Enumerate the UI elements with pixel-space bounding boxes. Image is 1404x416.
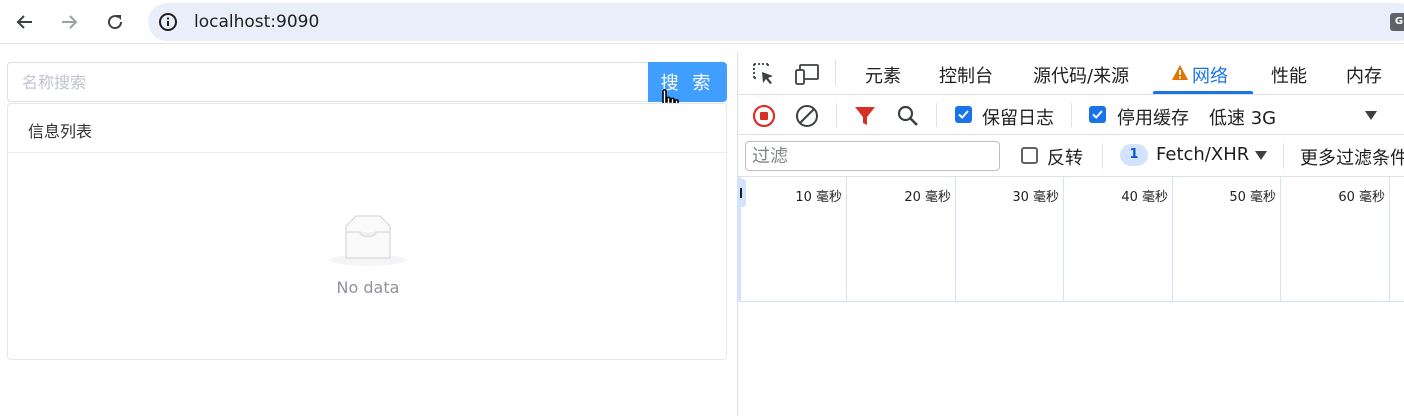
- empty-text: No data: [336, 278, 400, 297]
- inspect-element-icon[interactable]: [752, 62, 776, 86]
- invert-checkbox[interactable]: [1021, 147, 1038, 164]
- filter-funnel-icon[interactable]: [853, 104, 877, 128]
- type-filter-dropdown-icon[interactable]: [1255, 151, 1267, 160]
- devtools-panel: 元素 控制台 源代码/来源 网络 性能 内存 保留日志 停用缓存 低速 3G 过…: [737, 52, 1404, 416]
- arrow-right-icon: [62, 15, 78, 29]
- search-bar: 搜 索: [7, 62, 727, 102]
- translate-icon[interactable]: G: [1390, 13, 1404, 31]
- timeline-tick-label: 60 毫秒: [1338, 190, 1385, 205]
- checkmark-icon: [958, 110, 969, 119]
- timeline-column: 40 毫秒: [1064, 177, 1173, 302]
- forward-button[interactable]: [54, 8, 84, 36]
- tab-sources[interactable]: 源代码/来源: [1033, 62, 1129, 88]
- more-filters-button[interactable]: 更多过滤条件: [1300, 144, 1404, 170]
- disable-cache-label[interactable]: 停用缓存: [1117, 104, 1189, 130]
- empty-inbox-icon: [330, 215, 406, 266]
- timeline-tick-label: 20 毫秒: [904, 190, 951, 205]
- reload-button[interactable]: [100, 8, 130, 36]
- timeline-column: 50 毫秒: [1173, 177, 1281, 302]
- browser-toolbar: localhost:9090 G: [0, 0, 1404, 44]
- url-text: localhost:9090: [194, 12, 320, 32]
- preserve-log-checkbox[interactable]: [955, 106, 972, 123]
- timeline-column: 10 毫秒: [738, 177, 847, 302]
- network-toolbar: 保留日志 停用缓存 低速 3G: [738, 95, 1404, 135]
- tab-memory[interactable]: 内存: [1346, 62, 1382, 88]
- devtools-tab-bar: 元素 控制台 源代码/来源 网络 性能 内存: [738, 52, 1404, 95]
- timeline-tick-label: 10 毫秒: [795, 190, 842, 205]
- back-button[interactable]: [10, 8, 40, 36]
- warning-icon: [1172, 65, 1188, 80]
- search-icon[interactable]: [896, 104, 920, 128]
- filter-input[interactable]: [745, 141, 1000, 171]
- disable-cache-checkbox[interactable]: [1089, 106, 1106, 123]
- timeline-column: 30 毫秒: [956, 177, 1064, 302]
- timeline-tick-label: 40 毫秒: [1121, 190, 1168, 205]
- network-filter-bar: 反转 1 Fetch/XHR 更多过滤条件: [738, 135, 1404, 177]
- site-info-icon[interactable]: [158, 12, 178, 32]
- checkmark-icon: [1092, 110, 1103, 119]
- throttling-select[interactable]: 低速 3G: [1209, 104, 1276, 130]
- record-stop-icon[interactable]: [752, 104, 776, 128]
- info-list-card: 信息列表 No data: [7, 103, 727, 360]
- search-input[interactable]: [7, 62, 649, 102]
- timeline-column: 20 毫秒: [847, 177, 956, 302]
- tab-network[interactable]: 网络: [1192, 62, 1228, 88]
- device-toolbar-icon[interactable]: [794, 62, 820, 86]
- address-bar[interactable]: localhost:9090 G: [148, 3, 1404, 41]
- tab-performance[interactable]: 性能: [1271, 62, 1307, 88]
- invert-label[interactable]: 反转: [1047, 144, 1083, 170]
- tab-elements[interactable]: 元素: [865, 62, 901, 88]
- preserve-log-label[interactable]: 保留日志: [982, 104, 1054, 130]
- throttling-dropdown-icon[interactable]: [1365, 111, 1377, 120]
- timeline-column: 60 毫秒: [1281, 177, 1390, 302]
- tab-console[interactable]: 控制台: [939, 62, 993, 88]
- type-filter-select[interactable]: Fetch/XHR: [1156, 144, 1249, 165]
- timeline-tick-label: 50 毫秒: [1229, 190, 1276, 205]
- reload-icon: [108, 15, 123, 30]
- network-timeline: 10 毫秒 20 毫秒 30 毫秒 40 毫秒 50 毫秒 60 毫秒: [738, 177, 1404, 302]
- clear-icon[interactable]: [795, 104, 819, 128]
- type-filter-count-badge: 1: [1120, 144, 1148, 166]
- arrow-left-icon: [16, 15, 32, 29]
- active-tab-indicator: [1153, 91, 1253, 94]
- card-title: 信息列表: [8, 104, 726, 153]
- timeline-tick-label: 30 毫秒: [1012, 190, 1059, 205]
